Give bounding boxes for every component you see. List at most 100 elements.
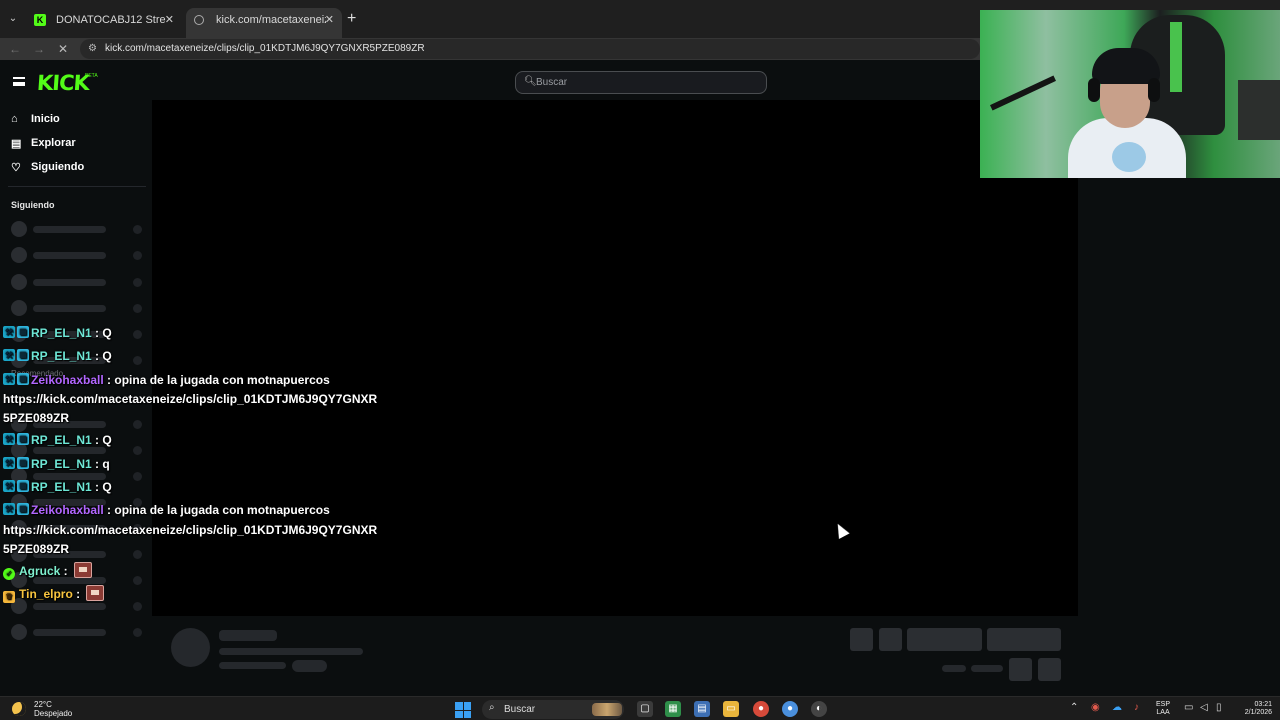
following-header: Siguiendo	[11, 200, 55, 210]
tab-search-button[interactable]: ⌄	[5, 11, 21, 27]
chat-message: ⚒ ▦ RP_EL_N1 : Q	[3, 347, 112, 366]
chat-text: Q	[102, 349, 112, 363]
windows-start-icon[interactable]	[455, 702, 471, 718]
taskbar-search-label: Buscar	[504, 704, 536, 715]
temperature: 22°C	[34, 700, 52, 709]
chat-link[interactable]: 5PZE089ZR	[3, 542, 69, 556]
minecraft-icon[interactable]: ▦	[665, 701, 681, 717]
search-icon: 🔍︎	[524, 76, 537, 87]
chat-badges: ⚒ ▦	[3, 480, 31, 492]
weather-condition: Despejado	[34, 709, 73, 718]
chat-username[interactable]: RP_EL_N1	[31, 433, 92, 447]
antivirus-icon[interactable]: ◉	[1091, 702, 1100, 714]
close-icon[interactable]: ✕	[165, 8, 174, 32]
chat-username[interactable]: Tin_elpro	[19, 587, 73, 601]
badge-icon: ⚒	[3, 349, 15, 361]
crown-badge-icon: ♛	[3, 591, 15, 603]
chat-message: ⚒ ▦ Zeikohaxball : opina de la jugada con …	[3, 501, 330, 520]
chat-separator: :	[72, 587, 84, 601]
chat-separator: :	[91, 349, 103, 363]
chat-message: ⚒ ▦ RP_EL_N1 : Q	[3, 324, 112, 343]
clip-info-skeleton	[152, 616, 1078, 696]
tab-donatocabj12[interactable]: K DONATOCABJ12 Stream - Watch ✕	[26, 8, 182, 38]
system-clock[interactable]: 03:21 2/1/2026	[1236, 701, 1272, 717]
forward-icon[interactable]: →	[30, 40, 48, 58]
kick-favicon-icon: K	[34, 14, 46, 26]
close-icon[interactable]: ✕	[325, 8, 334, 32]
chat-text: Q	[102, 433, 112, 447]
skeleton-button	[879, 628, 902, 651]
channel-skeleton	[11, 624, 146, 640]
battery-icon[interactable]: ▯	[1216, 702, 1222, 714]
search-input[interactable]: 🔍︎ Buscar	[515, 71, 767, 94]
chat-username[interactable]: Agruck	[19, 564, 60, 578]
weather-widget[interactable]: 22°C Despejado	[34, 700, 72, 718]
home-icon: ⌂	[11, 113, 18, 125]
chrome-active-icon[interactable]: ●	[782, 701, 798, 717]
chat-separator: :	[60, 564, 72, 578]
chat-link[interactable]: https://kick.com/macetaxeneize/clips/cli…	[3, 523, 377, 537]
chat-separator: :	[91, 457, 103, 471]
channel-skeleton	[11, 300, 146, 316]
chat-link[interactable]: https://kick.com/macetaxeneize/clips/cli…	[3, 392, 377, 406]
chat-text-continuation: https://kick.com/macetaxeneize/clips/cli…	[3, 390, 377, 409]
new-tab-button[interactable]: +	[347, 11, 356, 27]
language-indicator[interactable]: ESP LAA	[1156, 701, 1170, 717]
tab-title: kick.com/macetaxeneize/clips/	[216, 14, 326, 26]
chat-username[interactable]: RP_EL_N1	[31, 457, 92, 471]
cloud-icon[interactable]: ☁	[1112, 702, 1122, 714]
skeleton-bar	[219, 662, 286, 669]
taskbar-search[interactable]: ⌕ Buscar	[482, 700, 624, 719]
task-view-icon[interactable]: ▢	[637, 701, 653, 717]
chat-text: Q	[102, 326, 112, 340]
chat-text: Q	[102, 480, 112, 494]
stop-loading-icon[interactable]: ✕	[54, 40, 72, 58]
badge-icon: ⚒	[3, 480, 15, 492]
chat-username[interactable]: Zeikohaxball	[31, 373, 104, 387]
chat-text-continuation: https://kick.com/macetaxeneize/clips/cli…	[3, 521, 377, 540]
chat-message: ⚒ ▦ RP_EL_N1 : Q	[3, 431, 112, 450]
weather-moon-icon[interactable]	[12, 702, 26, 716]
chat-username[interactable]: RP_EL_N1	[31, 326, 92, 340]
address-bar[interactable]: ⚙ kick.com/macetaxeneize/clips/clip_01KD…	[80, 39, 980, 59]
back-icon[interactable]: ←	[6, 40, 24, 58]
heart-icon: ♡	[11, 162, 21, 174]
chat-username[interactable]: RP_EL_N1	[31, 349, 92, 363]
site-info-icon[interactable]: ⚙	[88, 43, 97, 54]
chat-badges: ⚒ ▦	[3, 457, 31, 469]
menu-icon[interactable]	[13, 77, 25, 86]
volume-icon[interactable]: ◁	[1200, 702, 1208, 714]
badge-icon: ▦	[17, 457, 29, 469]
verified-badge-icon: ✓	[3, 568, 15, 580]
loading-icon	[194, 15, 204, 25]
search-placeholder: Buscar	[536, 77, 568, 88]
chat-link[interactable]: 5PZE089ZR	[3, 411, 69, 425]
display-icon[interactable]: ▭	[1184, 702, 1193, 714]
chat-separator: :	[103, 503, 115, 517]
calculator-icon[interactable]: ▤	[694, 701, 710, 717]
badge-icon: ⚒	[3, 503, 15, 515]
chat-username[interactable]: Zeikohaxball	[31, 503, 104, 517]
badge-icon: ⚒	[3, 433, 15, 445]
chevron-up-icon[interactable]: ⌃	[1070, 702, 1078, 714]
chat-separator: :	[91, 326, 103, 340]
chat-message: ⚒ ▦ RP_EL_N1 : q	[3, 455, 110, 474]
sidebar-item-label: Inicio	[31, 113, 60, 125]
chat-message: ✓ Agruck :	[3, 562, 93, 581]
file-explorer-icon[interactable]: ▭	[723, 701, 739, 717]
chat-text-continuation: 5PZE089ZR	[3, 540, 69, 559]
microphone-icon[interactable]: ♪	[1134, 702, 1139, 714]
chat-username[interactable]: RP_EL_N1	[31, 480, 92, 494]
chat-badges: ⚒ ▦	[3, 326, 31, 338]
clock-date: 2/1/2026	[1244, 709, 1272, 716]
badge-icon: ▦	[17, 373, 29, 385]
channel-skeleton	[11, 221, 146, 237]
badge-icon: ⚒	[3, 326, 15, 338]
channel-skeleton	[11, 274, 146, 290]
chrome-icon[interactable]: ●	[753, 701, 769, 717]
chat-badges: ⚒ ▦	[3, 349, 31, 361]
kick-logo[interactable]: KICK	[36, 71, 89, 95]
tab-kick-clip[interactable]: kick.com/macetaxeneize/clips/ ✕	[186, 8, 342, 38]
obs-icon[interactable]: ◐	[811, 701, 827, 717]
chat-text: opina de la jugada con motnapuercos	[114, 373, 330, 387]
